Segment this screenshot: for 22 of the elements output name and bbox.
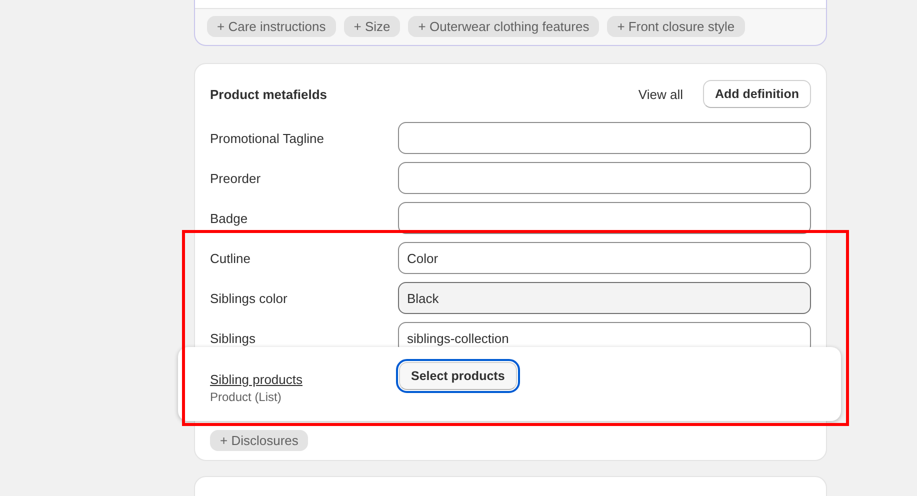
drag-preview-dialog[interactable]: Sibling products Product (List) Select products [178, 347, 841, 421]
add-field-chip[interactable]: + Care instructions [207, 16, 336, 37]
view-all-link[interactable]: View all [638, 86, 683, 102]
field-label: Preorder [210, 170, 262, 186]
add-field-chip[interactable]: + Outerwear clothing features [408, 16, 600, 37]
field-label: Siblings color [210, 290, 288, 306]
field-label: Siblings [210, 330, 257, 346]
input-field[interactable] [398, 202, 811, 234]
input-field[interactable]: Color [398, 242, 811, 274]
card-title: Product metafields [210, 86, 328, 102]
add-field-chip[interactable]: + Size [344, 16, 400, 37]
select-products-button[interactable]: Select products [399, 362, 517, 390]
input-field[interactable] [398, 162, 811, 194]
field-label: Sibling products [210, 372, 304, 387]
field-label: Cutline [210, 250, 252, 266]
add-field-chip[interactable]: + Front closure style [607, 16, 745, 37]
field-type: Product (List) [210, 390, 282, 404]
field-label: Badge [210, 210, 249, 226]
add-definition-button[interactable]: Add definition [702, 80, 811, 108]
field-label: Promotional Tagline [210, 130, 325, 146]
add-field-chip[interactable]: + Disclosures [210, 430, 308, 451]
input-field[interactable] [398, 122, 811, 154]
